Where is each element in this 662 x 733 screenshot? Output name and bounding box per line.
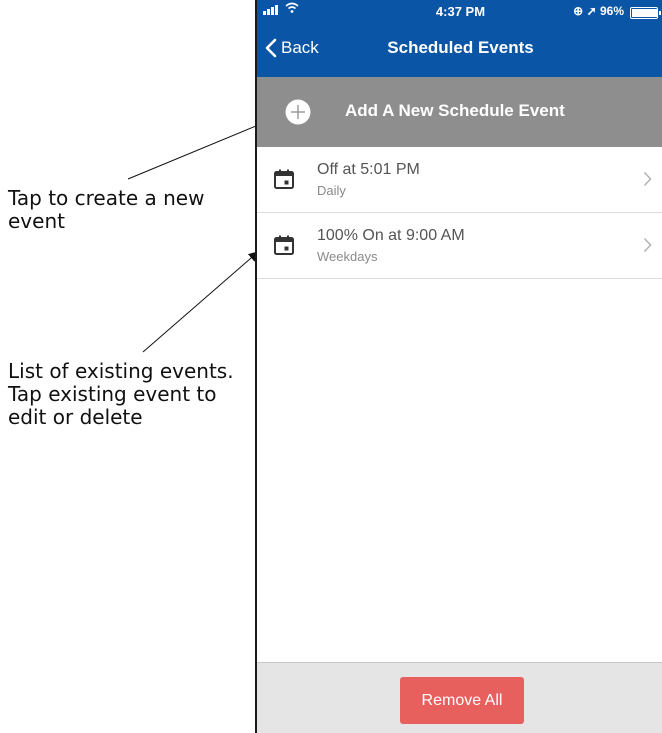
chevron-left-icon: [265, 38, 277, 58]
battery-level: [632, 9, 657, 17]
arrow-to-event-list: [142, 251, 259, 353]
plus-circle-icon: [285, 99, 311, 125]
back-button[interactable]: Back: [265, 38, 319, 58]
battery-icon: [630, 7, 661, 19]
footer-toolbar: Remove All: [257, 662, 662, 733]
remove-all-button[interactable]: Remove All: [400, 677, 524, 724]
battery-percent: 96%: [599, 4, 624, 18]
event-title: 100% On at 9:00 AM: [317, 227, 465, 244]
back-label: Back: [281, 38, 319, 57]
add-event-button[interactable]: Add A New Schedule Event: [257, 77, 662, 147]
nav-header: 4:37 PM ⊕ ➚ 96% Back Scheduled Events: [257, 0, 662, 77]
calendar-icon: [274, 169, 294, 189]
location-icon: ➚: [586, 4, 597, 18]
phone-screen: 4:37 PM ⊕ ➚ 96% Back Scheduled Events Ad…: [255, 0, 662, 733]
add-event-label: Add A New Schedule Event: [345, 101, 565, 120]
event-repeat: Weekdays: [317, 249, 378, 264]
chevron-right-icon: [643, 237, 652, 253]
lock-rotation-icon: ⊕: [573, 4, 584, 18]
status-bar: 4:37 PM ⊕ ➚ 96%: [257, 0, 662, 22]
list-item[interactable]: Off at 5:01 PM Daily: [257, 147, 662, 213]
arrow-to-add-button: [127, 119, 269, 180]
event-title: Off at 5:01 PM: [317, 161, 420, 178]
event-list: Off at 5:01 PM Daily 100% On at 9:00 AM …: [257, 147, 662, 279]
chevron-right-icon: [643, 171, 652, 187]
event-repeat: Daily: [317, 183, 346, 198]
list-item[interactable]: 100% On at 9:00 AM Weekdays: [257, 213, 662, 279]
calendar-icon: [274, 235, 294, 255]
